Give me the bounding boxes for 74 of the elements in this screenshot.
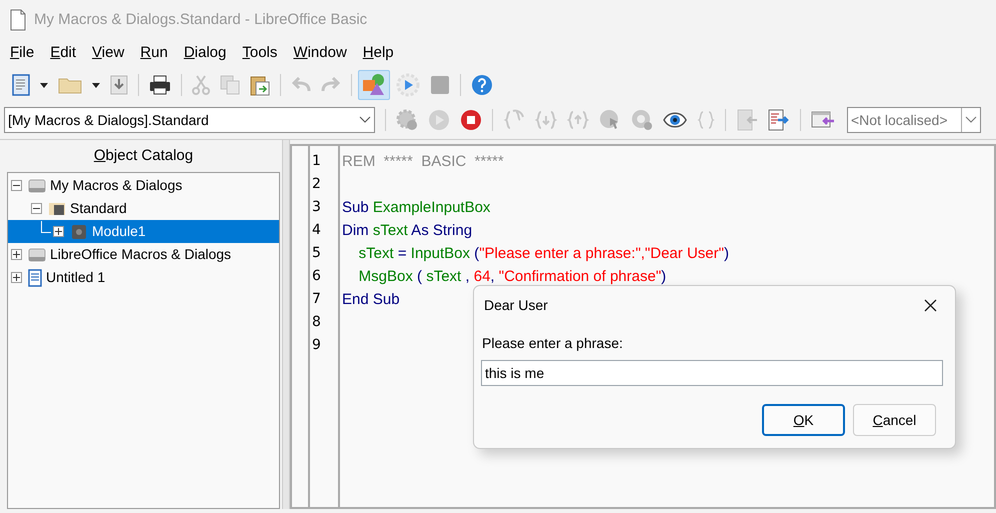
drive-icon	[28, 246, 46, 262]
caret-icon[interactable]	[40, 82, 48, 88]
expander-icon[interactable]	[11, 272, 22, 283]
menu-item[interactable]: Edit	[44, 40, 82, 66]
expander-icon[interactable]	[53, 226, 64, 237]
play-icon[interactable]	[396, 73, 420, 97]
code-line: sText = InputBox ("Please enter a phrase:","Dear User")	[358, 244, 729, 264]
folder-icon[interactable]	[58, 76, 82, 94]
line-number: 1	[312, 152, 322, 171]
menu-item[interactable]: Run	[134, 40, 174, 66]
cancel-button[interactable]: Cancel	[853, 404, 936, 436]
printer-icon[interactable]	[149, 75, 171, 95]
menu-item[interactable]: File	[4, 40, 40, 66]
cursor-icon[interactable]	[599, 109, 621, 131]
help-icon[interactable]	[471, 74, 493, 96]
document-icon	[10, 9, 26, 31]
undo-icon[interactable]	[291, 77, 311, 93]
document-icon	[28, 268, 42, 286]
drive-icon	[28, 178, 46, 194]
line-number: 8	[312, 313, 322, 332]
line-number: 6	[312, 267, 322, 286]
export-icon[interactable]	[768, 109, 790, 131]
redo-icon[interactable]	[321, 77, 341, 93]
shapes-icon[interactable]	[362, 73, 386, 97]
line-number: 9	[312, 336, 322, 355]
stop-icon[interactable]	[460, 109, 482, 131]
expander-icon[interactable]	[31, 203, 42, 214]
scissors-icon[interactable]	[192, 75, 210, 95]
code-line: Sub ExampleInputBox	[342, 198, 490, 218]
panel-title: Object Catalog	[94, 146, 194, 166]
document-icon[interactable]	[12, 74, 30, 96]
line-number: 7	[312, 290, 322, 309]
close-icon[interactable]	[924, 298, 937, 312]
menu-item[interactable]: Dialog	[178, 40, 232, 66]
code-line: End Sub	[342, 290, 400, 310]
line-number: 4	[312, 221, 322, 240]
tree-item[interactable]: My Macros & Dialogs	[8, 174, 279, 197]
language-dropdown[interactable]: <Not localised>	[847, 107, 981, 133]
stop-icon[interactable]	[430, 75, 450, 95]
code-line: MsgBox ( sText , 64, "Confirmation of phrase")	[358, 267, 666, 287]
dropdown-value: [My Macros & Dialogs].Standard	[8, 110, 209, 130]
tree-item[interactable]: Standard	[8, 197, 279, 220]
code-line: REM ***** BASIC *****	[342, 152, 504, 172]
menu-item[interactable]: Window	[287, 40, 353, 66]
download-icon[interactable]	[110, 75, 128, 95]
tree-item[interactable]: LibreOffice Macros & Dialogs	[8, 243, 279, 266]
dropdown-value: <Not localised>	[850, 110, 949, 130]
library-icon	[48, 200, 66, 216]
copy-icon[interactable]	[220, 75, 240, 95]
import-icon[interactable]	[736, 109, 758, 131]
menu-item[interactable]: Tools	[236, 40, 284, 66]
expander-icon[interactable]	[11, 249, 22, 260]
line-number: 3	[312, 198, 322, 217]
caret-icon	[359, 116, 371, 124]
input-field[interactable]: this is me	[481, 360, 943, 386]
expander-icon[interactable]	[11, 180, 22, 191]
window-arrow-icon[interactable]	[811, 110, 835, 130]
ok-button[interactable]: OK	[762, 404, 845, 436]
eye-icon[interactable]	[663, 111, 687, 129]
caret-icon	[965, 116, 977, 124]
prompt-label: Please enter a phrase:	[482, 335, 623, 351]
tree-item[interactable]: Module1	[8, 220, 279, 243]
line-number: 2	[312, 175, 322, 194]
line-number: 5	[312, 244, 322, 263]
tree-item[interactable]: Untitled 1	[8, 266, 279, 289]
dialog-title: Dear User	[484, 296, 548, 314]
code-line: Dim sText As String	[342, 221, 472, 241]
caret-icon[interactable]	[92, 82, 100, 88]
library-dropdown[interactable]: [My Macros & Dialogs].Standard	[4, 107, 375, 133]
window-title: My Macros & Dialogs.Standard - LibreOffice Basic	[34, 10, 368, 30]
clipboard-icon[interactable]	[250, 74, 270, 96]
menu-item[interactable]: View	[86, 40, 130, 66]
module-icon	[70, 224, 88, 240]
menu-item[interactable]: Help	[356, 40, 400, 66]
